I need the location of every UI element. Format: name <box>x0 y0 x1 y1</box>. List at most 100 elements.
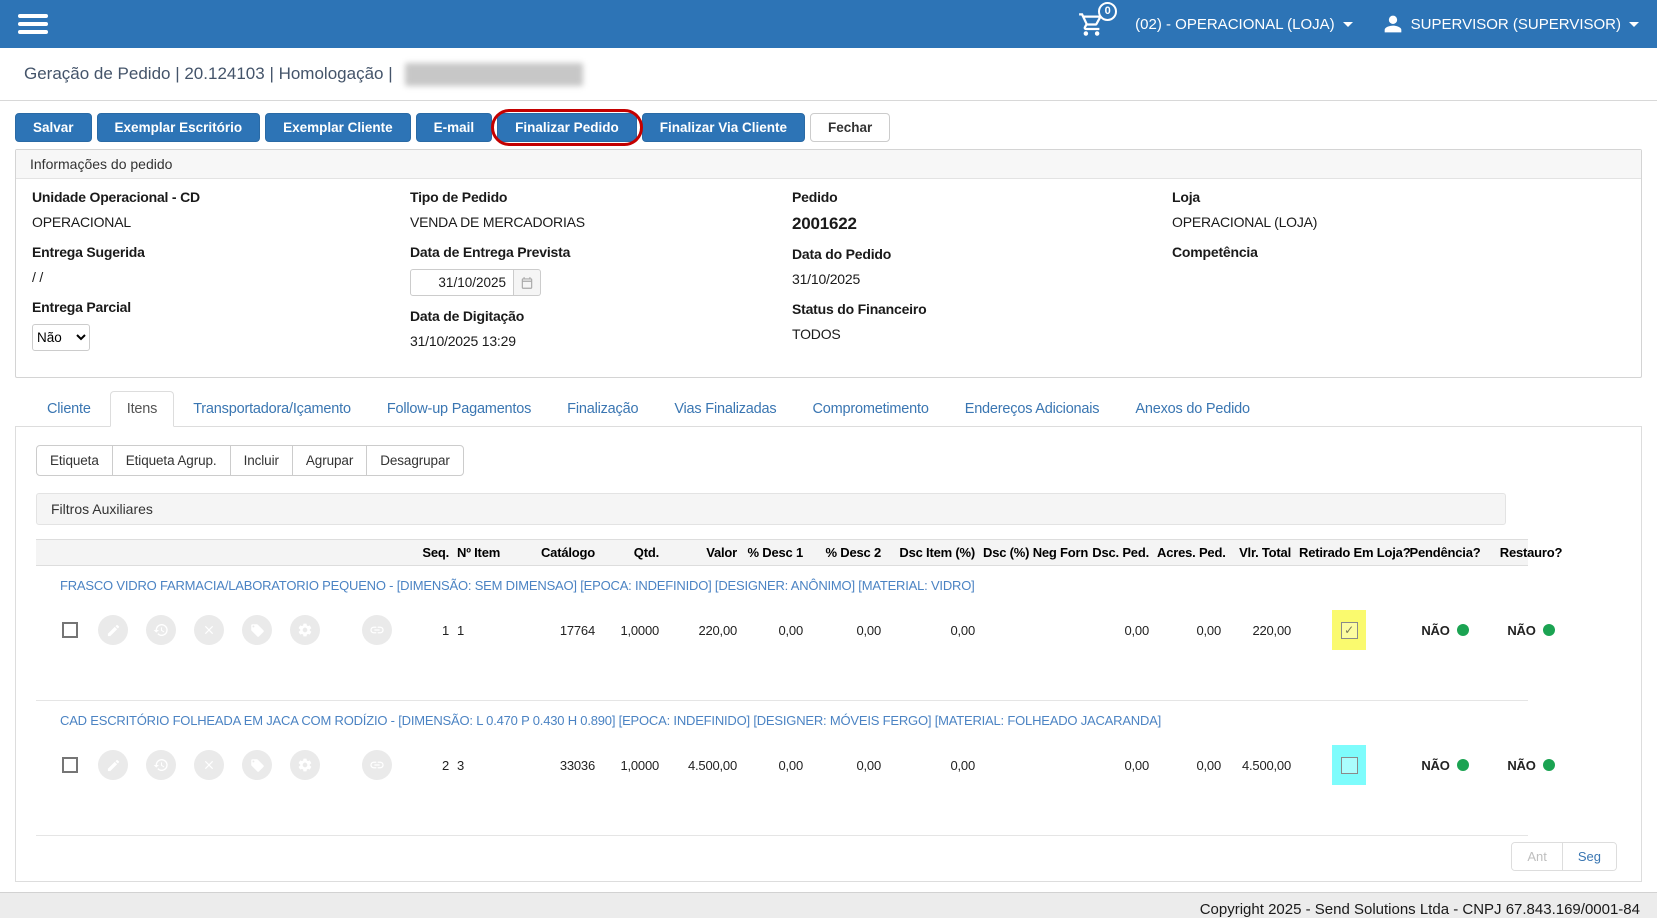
link-button[interactable] <box>362 615 392 645</box>
cell-vlr-total: 220,00 <box>1252 622 1291 638</box>
header-valor: Valor <box>706 545 737 560</box>
itens-tab-content: Etiqueta Etiqueta Agrup. Incluir Agrupar… <box>15 427 1642 882</box>
table-header-row: Seq. Nº Item Catálogo Qtd. Valor % Desc … <box>36 539 1562 566</box>
settings-button[interactable] <box>290 750 320 780</box>
tag-button[interactable] <box>242 750 272 780</box>
cell-seq: 2 <box>441 757 449 773</box>
fechar-button[interactable]: Fechar <box>810 113 891 142</box>
pagination-prev-button[interactable]: Ant <box>1512 843 1563 870</box>
tab-itens[interactable]: Itens <box>109 391 175 427</box>
header-seq: Seq. <box>422 545 449 560</box>
cell-desc1: 0,00 <box>778 757 803 773</box>
exemplar-cliente-button[interactable]: Exemplar Cliente <box>265 113 411 142</box>
finalizar-pedido-button[interactable]: Finalizar Pedido <box>497 113 637 142</box>
redacted-client-name <box>404 62 583 86</box>
item-description[interactable]: CAD ESCRITÓRIO FOLHEADA EM JACA COM RODÍ… <box>60 713 1528 728</box>
entrega-parcial-select[interactable]: Não <box>32 324 90 351</box>
store-menu-label: (02) - OPERACIONAL (LOJA) <box>1135 15 1335 33</box>
tab-comprometimento[interactable]: Comprometimento <box>795 391 945 427</box>
link-button[interactable] <box>362 750 392 780</box>
row-checkbox[interactable] <box>62 757 78 773</box>
header-desc2: % Desc 2 <box>825 545 882 560</box>
etiqueta-agrup-button[interactable]: Etiqueta Agrup. <box>111 445 231 476</box>
cell-acres-ped: 0,00 <box>1196 622 1221 638</box>
action-toolbar: Salvar Exemplar Escritório Exemplar Clie… <box>15 109 1642 146</box>
cell-dsc-ped: 0,00 <box>1124 757 1149 773</box>
etiqueta-button[interactable]: Etiqueta <box>36 445 113 476</box>
item-description[interactable]: FRASCO VIDRO FARMACIA/LABORATORIO PEQUEN… <box>60 578 1528 593</box>
email-button[interactable]: E-mail <box>415 113 493 142</box>
retirado-checkbox[interactable] <box>1340 756 1358 774</box>
exemplar-escritorio-button[interactable]: Exemplar Escritório <box>96 113 261 142</box>
data-entrega-input[interactable] <box>410 269 514 296</box>
row-checkbox[interactable] <box>62 622 78 638</box>
header-desc1: % Desc 1 <box>747 545 804 560</box>
history-button[interactable] <box>146 750 176 780</box>
tab-finalizacao[interactable]: Finalização <box>550 391 655 427</box>
header-dsc-item: Dsc Item (%) <box>899 545 975 560</box>
user-icon <box>1383 14 1403 34</box>
settings-button[interactable] <box>290 615 320 645</box>
entrega-sugerida-label: Entrega Sugerida <box>32 244 145 260</box>
calendar-icon <box>521 276 533 289</box>
store-menu[interactable]: (02) - OPERACIONAL (LOJA) <box>1135 15 1353 33</box>
order-info-panel: Informações do pedido Unidade Operaciona… <box>15 149 1642 378</box>
tab-followup-pagamentos[interactable]: Follow-up Pagamentos <box>370 391 548 427</box>
cell-vlr-total: 4.500,00 <box>1241 757 1291 773</box>
cell-dsc-item: 0,00 <box>950 622 975 638</box>
tag-icon <box>250 623 264 637</box>
loja-value: OPERACIONAL (LOJA) <box>1172 214 1318 230</box>
edit-button[interactable] <box>98 615 128 645</box>
user-menu-label: SUPERVISOR (SUPERVISOR) <box>1410 15 1621 33</box>
data-entrega-label: Data de Entrega Prevista <box>410 244 571 260</box>
cart-button[interactable]: 0 <box>1078 1 1118 38</box>
entrega-sugerida-value: / / <box>32 269 44 285</box>
desagrupar-button[interactable]: Desagrupar <box>366 445 464 476</box>
tab-vias-finalizadas[interactable]: Vias Finalizadas <box>657 391 793 427</box>
gear-icon <box>298 623 312 637</box>
cell-desc2: 0,00 <box>856 622 881 638</box>
tag-button[interactable] <box>242 615 272 645</box>
cancel-button[interactable] <box>194 750 224 780</box>
competencia-label: Competência <box>1172 244 1258 260</box>
tipo-pedido-label: Tipo de Pedido <box>410 189 508 205</box>
chevron-down-icon <box>1629 21 1639 27</box>
finalizar-via-cliente-button[interactable]: Finalizar Via Cliente <box>641 113 805 142</box>
tag-icon <box>250 758 264 772</box>
header-restauro: Restauro? <box>1499 545 1563 560</box>
loja-label: Loja <box>1172 189 1200 205</box>
cancel-button[interactable] <box>194 615 224 645</box>
pagination: Ant Seg <box>36 842 1621 871</box>
tab-anexos-pedido[interactable]: Anexos do Pedido <box>1118 391 1267 427</box>
cell-catalogo: 17764 <box>559 622 595 638</box>
item-values-row: 1 1 17764 1,0000 220,00 0,00 0,00 0,00 0… <box>36 610 1555 650</box>
topbar: 0 (02) - OPERACIONAL (LOJA) SUPERVISOR (… <box>0 0 1657 48</box>
edit-button[interactable] <box>98 750 128 780</box>
tab-enderecos-adicionais[interactable]: Endereços Adicionais <box>948 391 1117 427</box>
cell-catalogo: 33036 <box>559 757 595 773</box>
calendar-button[interactable] <box>514 269 541 296</box>
salvar-button[interactable]: Salvar <box>15 113 92 142</box>
cell-n-item: 1 <box>457 622 465 638</box>
pagination-next-button[interactable]: Seg <box>1562 843 1616 870</box>
menu-icon[interactable] <box>18 14 48 34</box>
header-dsc-neg-forn: Dsc (%) Neg Forn <box>983 545 1089 560</box>
retirado-checkbox[interactable]: ✓ <box>1340 621 1358 639</box>
link-icon <box>370 761 384 769</box>
data-pedido-value: 31/10/2025 <box>792 271 861 287</box>
header-catalogo: Catálogo <box>540 545 595 560</box>
table-row: CAD ESCRITÓRIO FOLHEADA EM JACA COM RODÍ… <box>36 701 1555 836</box>
unidade-label: Unidade Operacional - CD <box>32 189 200 205</box>
link-icon <box>370 626 384 634</box>
header-retirado: Retirado Em Loja? <box>1299 545 1411 560</box>
history-button[interactable] <box>146 615 176 645</box>
user-menu[interactable]: SUPERVISOR (SUPERVISOR) <box>1383 14 1639 34</box>
order-info-grid: Unidade Operacional - CD OPERACIONAL Ent… <box>16 179 1641 377</box>
tab-cliente[interactable]: Cliente <box>30 391 108 427</box>
tab-transportadora[interactable]: Transportadora/Içamento <box>176 391 368 427</box>
restauro-status: NÃO <box>1507 623 1555 638</box>
agrupar-button[interactable]: Agrupar <box>291 445 368 476</box>
incluir-button[interactable]: Incluir <box>229 445 293 476</box>
filtros-auxiliares-header[interactable]: Filtros Auxiliares <box>36 493 1506 525</box>
entrega-parcial-label: Entrega Parcial <box>32 299 131 315</box>
